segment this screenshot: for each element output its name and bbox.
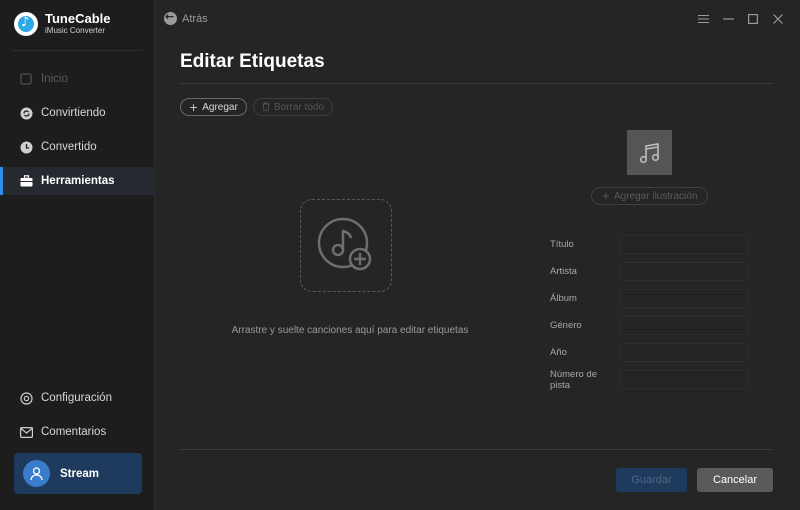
sidebar-item-label: Convertido — [41, 141, 97, 153]
plus-icon: + — [601, 190, 610, 202]
app-subtitle: iMusic Converter — [45, 26, 106, 35]
add-artwork-label: Agregar ilustración — [614, 190, 698, 202]
brand-divider — [12, 50, 142, 51]
artwork-placeholder — [627, 130, 672, 175]
sidebar: TuneCable iMusic Converter Inicio Convir… — [0, 0, 155, 510]
back-button[interactable]: Atrás — [164, 10, 208, 25]
field-label-genero: Género — [550, 320, 582, 331]
title-field[interactable] — [620, 235, 748, 254]
sidebar-item-inicio[interactable]: Inicio — [0, 65, 155, 93]
add-button-label: Agregar — [202, 101, 238, 113]
drop-hint: Arrastre y suelte canciones aquí para ed… — [231, 325, 469, 336]
sidebar-item-convertido[interactable]: Convertido — [0, 133, 155, 161]
year-field[interactable] — [620, 343, 748, 362]
music-add-icon — [317, 217, 372, 270]
maximize-icon[interactable] — [744, 10, 762, 28]
trash-icon — [262, 101, 270, 114]
save-button[interactable]: Guardar — [616, 468, 687, 492]
sidebar-item-label: Configuración — [41, 392, 112, 404]
bottom-divider — [180, 449, 773, 450]
converting-icon — [19, 106, 33, 120]
title-divider — [180, 83, 773, 84]
brand-text: TuneCable iMusic Converter — [45, 12, 111, 36]
sidebar-item-comentarios[interactable]: Comentarios — [0, 418, 155, 446]
clear-all-button[interactable]: Borrar todo — [253, 98, 334, 116]
avatar — [23, 460, 50, 487]
user-icon — [30, 467, 43, 481]
field-label-numero-de-pista: Número de pista — [550, 369, 597, 391]
stream-label: Stream — [60, 467, 99, 480]
field-label-artista: Artista — [550, 266, 577, 277]
brand: TuneCable iMusic Converter — [14, 12, 111, 36]
album-field[interactable] — [620, 289, 748, 308]
sidebar-item-label: Herramientas — [41, 175, 115, 187]
minimize-icon[interactable] — [719, 10, 737, 28]
sidebar-item-convirtiendo[interactable]: Convirtiendo — [0, 99, 155, 127]
add-button[interactable]: + Agregar — [180, 98, 247, 116]
gear-icon — [19, 391, 33, 405]
app-name: TuneCable — [45, 11, 111, 26]
music-note-icon — [639, 142, 659, 163]
hamburger-icon[interactable] — [694, 10, 712, 28]
field-label-album: Álbum — [550, 293, 577, 304]
page-title: Editar Etiquetas — [180, 51, 325, 72]
drop-zone[interactable] — [300, 199, 392, 292]
sidebar-item-label: Comentarios — [41, 426, 107, 438]
back-label: Atrás — [182, 12, 208, 25]
app-logo-icon — [14, 12, 38, 36]
back-arrow-icon — [164, 10, 177, 25]
clear-all-label: Borrar todo — [274, 101, 325, 113]
mail-icon — [19, 425, 33, 439]
stream-account-card[interactable]: Stream — [14, 453, 142, 494]
close-icon[interactable] — [769, 10, 787, 28]
sidebar-item-label: Inicio — [41, 73, 68, 85]
add-artwork-button[interactable]: + Agregar ilustración — [591, 187, 708, 205]
track-number-field[interactable] — [620, 370, 748, 389]
plus-icon: + — [189, 100, 199, 114]
field-label-ano: Año — [550, 347, 567, 358]
home-icon — [19, 72, 33, 86]
sidebar-item-herramientas[interactable]: Herramientas — [0, 167, 155, 195]
artist-field[interactable] — [620, 262, 748, 281]
genre-field[interactable] — [620, 316, 748, 335]
field-label-titulo: Título — [550, 239, 574, 250]
sidebar-item-configuracion[interactable]: Configuración — [0, 384, 155, 412]
cancel-button[interactable]: Cancelar — [697, 468, 773, 492]
clock-icon — [19, 140, 33, 154]
sidebar-item-label: Convirtiendo — [41, 107, 106, 119]
toolbox-icon — [19, 174, 33, 188]
